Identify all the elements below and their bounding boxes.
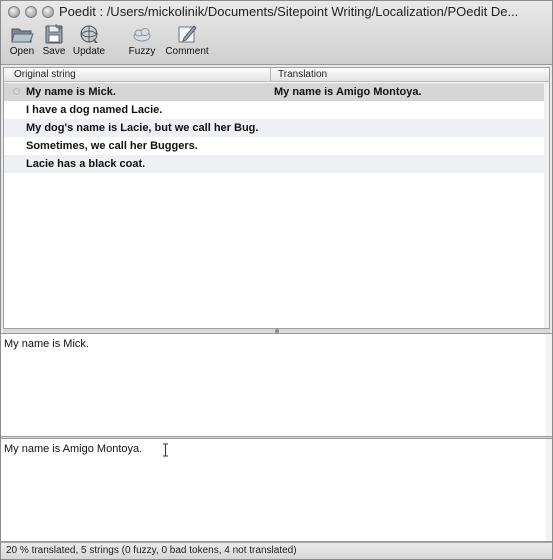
column-header-original[interactable]: Original string bbox=[14, 68, 76, 82]
strings-list[interactable]: Original string Translation My name is M… bbox=[3, 67, 550, 329]
translation-text-pane: My name is Amigo Montoya. bbox=[1, 438, 552, 542]
text-cursor-icon bbox=[163, 443, 168, 457]
zoom-window-button[interactable] bbox=[42, 6, 54, 18]
comment-pencil-icon bbox=[178, 25, 197, 43]
translation-input[interactable]: My name is Amigo Montoya. bbox=[1, 439, 552, 541]
table-row[interactable]: I have a dog named Lacie. bbox=[4, 101, 549, 119]
fuzzy-cloud-icon bbox=[133, 28, 151, 42]
translation-cell: My name is Amigo Montoya. bbox=[274, 86, 422, 98]
window-controls bbox=[8, 6, 54, 18]
poedit-window: Poedit : /Users/mickolinik/Documents/Sit… bbox=[0, 0, 553, 560]
translation-pane-scrollbar[interactable] bbox=[546, 439, 552, 541]
window-title: Poedit : /Users/mickolinik/Documents/Sit… bbox=[59, 4, 519, 19]
update-label: Update bbox=[72, 46, 106, 57]
list-scrollbar[interactable] bbox=[544, 82, 549, 328]
status-bar: 20 % translated, 5 strings (0 fuzzy, 0 b… bbox=[1, 542, 552, 559]
row-status-icon bbox=[13, 88, 20, 95]
table-row[interactable]: My dog's name is Lacie, but we call her … bbox=[4, 119, 549, 137]
original-cell: I have a dog named Lacie. bbox=[26, 104, 163, 116]
comment-label: Comment bbox=[165, 46, 209, 57]
open-button[interactable]: Open bbox=[9, 23, 35, 61]
source-text: My name is Mick. bbox=[4, 338, 89, 350]
update-globe-icon bbox=[80, 25, 98, 43]
source-text-pane: My name is Mick. bbox=[1, 333, 552, 437]
comment-button[interactable]: Comment bbox=[163, 23, 211, 61]
save-label: Save bbox=[42, 46, 66, 57]
original-cell: My name is Mick. bbox=[26, 86, 116, 98]
floppy-disk-icon bbox=[45, 24, 63, 44]
table-row[interactable]: My name is Mick. My name is Amigo Montoy… bbox=[4, 83, 549, 101]
update-button[interactable]: Update bbox=[71, 23, 107, 61]
title-toolbar-area: Poedit : /Users/mickolinik/Documents/Sit… bbox=[1, 1, 552, 65]
folder-open-icon bbox=[11, 28, 34, 43]
fuzzy-label: Fuzzy bbox=[128, 46, 156, 57]
table-row[interactable]: Lacie has a black coat. bbox=[4, 155, 549, 173]
column-header-translation[interactable]: Translation bbox=[278, 68, 327, 82]
open-label: Open bbox=[9, 46, 35, 57]
toolbar: Open Save Update Fuzzy Comment bbox=[1, 23, 552, 63]
original-cell: Lacie has a black coat. bbox=[26, 158, 146, 170]
list-header: Original string Translation bbox=[4, 68, 549, 82]
source-pane-scrollbar[interactable] bbox=[546, 334, 552, 436]
minimize-window-button[interactable] bbox=[25, 6, 37, 18]
table-row[interactable]: Sometimes, we call her Buggers. bbox=[4, 137, 549, 155]
fuzzy-button[interactable]: Fuzzy bbox=[126, 23, 158, 61]
column-divider[interactable] bbox=[270, 68, 271, 82]
original-cell: My dog's name is Lacie, but we call her … bbox=[26, 122, 259, 134]
save-button[interactable]: Save bbox=[41, 23, 67, 61]
original-cell: Sometimes, we call her Buggers. bbox=[26, 140, 198, 152]
close-window-button[interactable] bbox=[8, 6, 20, 18]
